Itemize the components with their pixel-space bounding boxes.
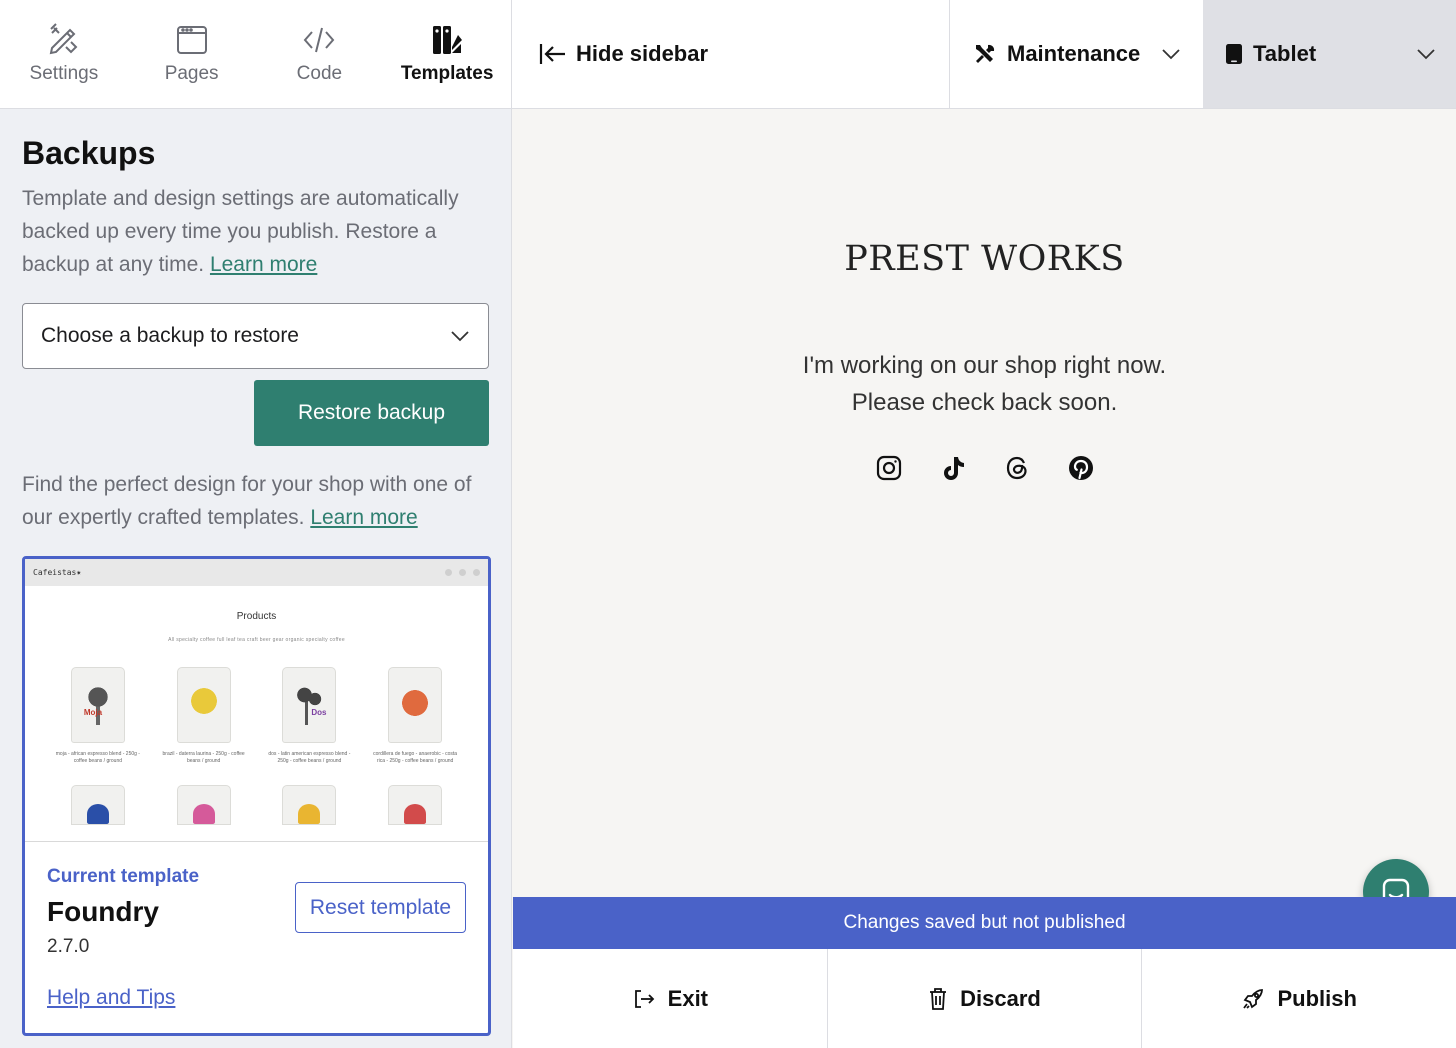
bag-tag: Moja (83, 708, 103, 717)
templates-description: Find the perfect design for your shop wi… (22, 468, 489, 534)
chevron-down-icon (451, 331, 469, 342)
backups-heading: Backups (22, 135, 156, 171)
status-text: Changes saved but not published (843, 912, 1126, 933)
coffee-bag-image (282, 785, 337, 825)
topbar: Hide sidebar Maintenance Tablet (512, 0, 1456, 109)
rocket-icon (1243, 988, 1264, 1009)
code-icon (304, 27, 335, 53)
exit-label: Exit (667, 985, 709, 1011)
template-preview-products-row2 (25, 785, 488, 825)
social-links (513, 454, 1456, 482)
templates-learn-more-link[interactable]: Learn more (310, 506, 417, 529)
coffee-bag-image: Dos (282, 667, 337, 743)
template-preview-thumbnail: Cafeistas✷ Products All specialty coffee… (25, 559, 488, 842)
reset-template-button[interactable]: Reset template (295, 882, 466, 933)
chevron-down-icon (1417, 49, 1435, 60)
exit-icon (634, 989, 654, 1008)
product-caption: moja - african espresso blend - 250g - c… (55, 751, 140, 764)
pinterest-icon[interactable] (1067, 454, 1095, 482)
chevron-down-icon (1162, 49, 1180, 60)
instagram-icon[interactable] (875, 454, 903, 482)
backup-select-value: Choose a backup to restore (41, 324, 299, 347)
threads-icon[interactable] (1003, 454, 1031, 482)
sidebar: Settings Pages Code Templates Backups Te… (0, 0, 512, 1048)
coffee-bag-image (388, 785, 443, 825)
trash-icon (930, 987, 947, 1010)
tiktok-icon[interactable] (939, 454, 967, 482)
tab-label: Templates (400, 63, 494, 84)
tab-templates[interactable]: Templates (383, 0, 511, 108)
product-caption: dos - latin american espresso blend - 25… (268, 751, 351, 764)
collapse-left-icon (539, 44, 565, 64)
template-preview-product: brazil - daterra laurina - 250g - coffee… (159, 667, 249, 765)
template-preview-product: cordillera de fuego - anaerobic - costa … (370, 667, 460, 765)
action-bar: Exit Discard Publish (513, 949, 1456, 1048)
template-preview-filters: All specialty coffee full leaf tea craft… (168, 637, 345, 643)
hide-sidebar-button[interactable]: Hide sidebar (512, 0, 950, 108)
coffee-bag-image: Moja (70, 667, 125, 743)
backups-description: Template and design settings are automat… (22, 182, 489, 281)
template-preview-product: Dos dos - latin american espresso blend … (264, 667, 354, 765)
template-preview-title: Products (236, 611, 277, 622)
backups-learn-more-link[interactable]: Learn more (210, 253, 317, 276)
shop-name: PREST WORKS (844, 239, 1125, 279)
bag-art (188, 685, 219, 725)
bag-art (294, 685, 325, 725)
mode-label: Maintenance (1007, 41, 1141, 66)
device-dropdown[interactable]: Tablet (1203, 0, 1456, 108)
device-label: Tablet (1253, 41, 1317, 66)
shop-preview: PREST WORKS I'm working on our shop righ… (513, 109, 1456, 897)
hide-sidebar-label: Hide sidebar (576, 41, 709, 66)
coffee-bag-image (388, 667, 443, 743)
sidebar-nav: Settings Pages Code Templates (0, 0, 511, 109)
coffee-bag-image (176, 667, 231, 743)
coffee-bag-image (176, 785, 231, 825)
template-preview-brand: Cafeistas✷ (33, 568, 82, 577)
bag-art (400, 685, 431, 725)
maintenance-message: I'm working on our shop right now. Pleas… (513, 347, 1456, 421)
backups-panel: Backups Template and design settings are… (0, 109, 511, 1036)
tab-code[interactable]: Code (256, 0, 384, 108)
restore-backup-button[interactable]: Restore backup (254, 380, 489, 446)
publish-button[interactable]: Publish (1142, 949, 1456, 1048)
tab-label: Pages (164, 63, 219, 84)
tab-pages[interactable]: Pages (128, 0, 256, 108)
discard-button[interactable]: Discard (828, 949, 1143, 1048)
exit-button[interactable]: Exit (513, 949, 828, 1048)
product-caption: cordillera de fuego - anaerobic - costa … (373, 751, 458, 764)
coffee-bag-image (70, 785, 125, 825)
tab-label: Settings (29, 63, 99, 84)
publish-label: Publish (1277, 985, 1357, 1011)
current-template-info: Current template Foundry 2.7.0 Reset tem… (25, 842, 488, 1010)
product-caption: brazil - daterra laurina - 250g - coffee… (162, 751, 245, 764)
current-template-version: 2.7.0 (47, 936, 90, 957)
status-banner: Changes saved but not published (513, 897, 1456, 949)
tools-icon (976, 44, 995, 63)
bag-tag: Dos (311, 708, 327, 717)
tab-settings[interactable]: Settings (0, 0, 128, 108)
help-and-tips-link[interactable]: Help and Tips (47, 986, 175, 1010)
tablet-icon (1226, 44, 1242, 64)
pencil-ruler-icon (49, 23, 78, 55)
maintenance-message-line2: Please check back soon. (851, 389, 1118, 416)
template-preview-products: Moja moja - african espresso blend - 250… (25, 667, 488, 765)
maintenance-message-line1: I'm working on our shop right now. (802, 352, 1167, 379)
template-preview-header: Cafeistas✷ (25, 559, 488, 586)
current-template-card: Cafeistas✷ Products All specialty coffee… (22, 556, 491, 1036)
tab-label: Code (296, 63, 343, 84)
browser-window-icon (176, 26, 207, 54)
discard-label: Discard (960, 985, 1041, 1011)
backup-select[interactable]: Choose a backup to restore (22, 303, 489, 369)
bag-art (82, 685, 113, 725)
template-preview-product: Moja moja - african espresso blend - 250… (53, 667, 143, 765)
mode-dropdown[interactable]: Maintenance (951, 0, 1203, 108)
swatches-icon (433, 26, 463, 54)
